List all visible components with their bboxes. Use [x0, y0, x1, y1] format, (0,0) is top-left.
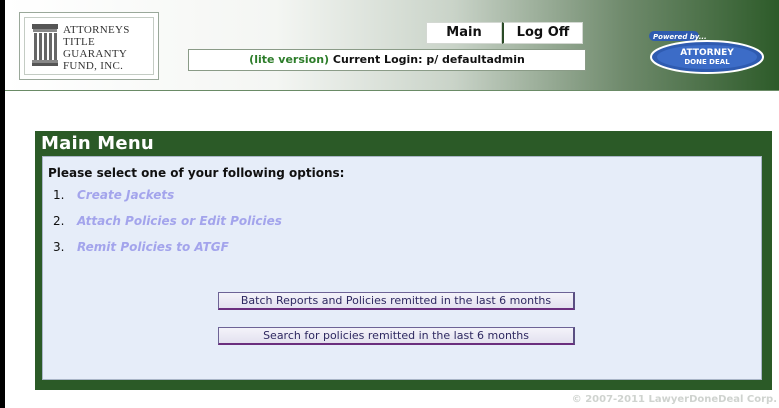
remit-policies-link[interactable]: Remit Policies to ATGF: [77, 240, 229, 254]
option-number: 2.: [53, 214, 65, 228]
logo-line-2: Title: [63, 36, 96, 48]
copyright-notice: © 2007-2011 LawyerDoneDeal Corp.: [571, 394, 777, 405]
main-nav-button[interactable]: Main: [426, 22, 502, 44]
atgf-logo: Attorneys Title Guaranty Fund, Inc.: [19, 12, 159, 80]
brand-line-2: DONE DEAL: [684, 58, 730, 66]
current-login-bar: (lite version) Current Login: p/ default…: [188, 49, 586, 71]
option-number: 3.: [53, 240, 65, 254]
logo-line-3: Guaranty: [63, 48, 128, 60]
current-login-text: Current Login: p/ defaultadmin: [332, 53, 525, 66]
main-menu-title: Main Menu: [41, 133, 154, 154]
columns-icon: [32, 24, 58, 66]
top-nav: Main Log Off: [426, 22, 583, 44]
options-list: 1. Create Jackets 2. Attach Policies or …: [53, 188, 282, 266]
logo-frame: Attorneys Title Guaranty Fund, Inc.: [24, 17, 154, 75]
powered-by-text: Powered by...: [653, 33, 707, 41]
lite-version-label: (lite version): [249, 53, 330, 66]
main-menu-panel: Main Menu Please select one of your foll…: [35, 131, 772, 390]
option-remit-policies: 3. Remit Policies to ATGF: [53, 240, 282, 266]
powered-by-attorney-done-deal-badge[interactable]: Powered by... ATTORNEY DONE DEAL: [647, 29, 765, 75]
logoff-nav-button[interactable]: Log Off: [502, 22, 583, 44]
attach-edit-policies-link[interactable]: Attach Policies or Edit Policies: [77, 214, 282, 228]
brand-line-1: ATTORNEY: [680, 48, 734, 58]
logo-wordmark: Attorneys Title Guaranty Fund, Inc.: [63, 24, 158, 72]
logo-line-4: Fund, Inc.: [63, 60, 124, 72]
main-menu-body: Please select one of your following opti…: [42, 156, 762, 380]
option-create-jackets: 1. Create Jackets: [53, 188, 282, 214]
search-policies-button[interactable]: Search for policies remitted in the last…: [218, 327, 575, 345]
logo-line-1: Attorneys: [63, 24, 130, 36]
create-jackets-link[interactable]: Create Jackets: [77, 188, 174, 202]
options-prompt: Please select one of your following opti…: [48, 166, 345, 180]
batch-reports-button[interactable]: Batch Reports and Policies remitted in t…: [218, 292, 575, 310]
option-number: 1.: [53, 188, 65, 202]
app-header: Attorneys Title Guaranty Fund, Inc. Main…: [5, 0, 779, 91]
option-attach-policies: 2. Attach Policies or Edit Policies: [53, 214, 282, 240]
